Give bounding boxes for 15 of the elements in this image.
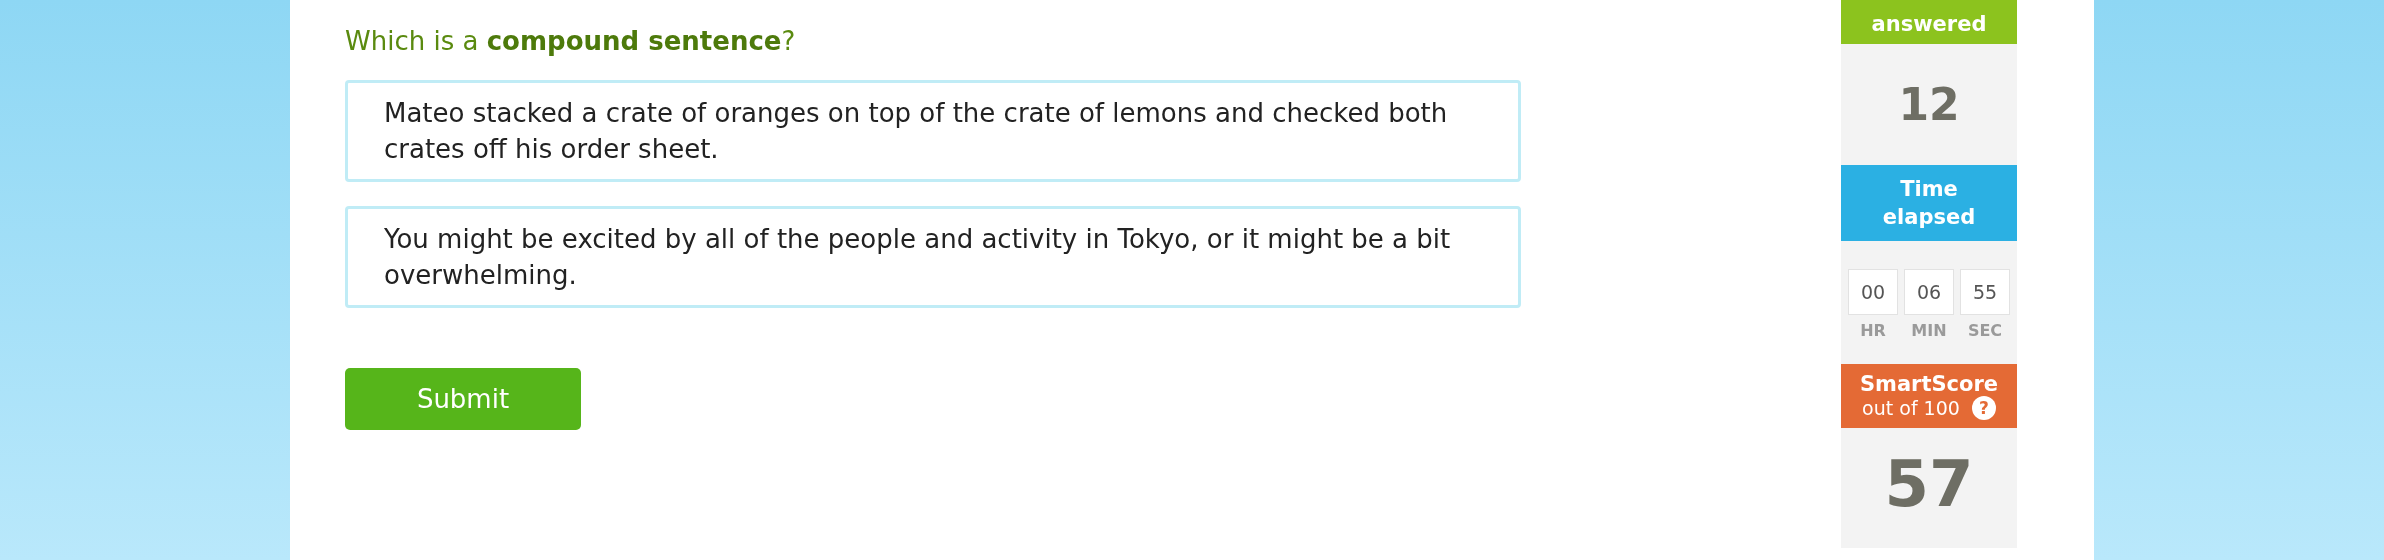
timer-value: 00: [1848, 269, 1898, 315]
smartscore-value: 57: [1883, 446, 1975, 523]
questions-answered-count: 12: [1897, 78, 1961, 132]
timer-value: 06: [1904, 269, 1954, 315]
answer-choice[interactable]: You might be excited by all of the people and activity in Tokyo, or it might be a bit overwhelming.: [345, 206, 1521, 308]
timer-unit: SEC: [1967, 321, 2003, 340]
time-elapsed-label: Time elapsed: [1841, 165, 2017, 241]
questions-answered-label: answered: [1841, 0, 2017, 44]
timer-unit: HR: [1860, 321, 1886, 340]
question-text: Which is a compound sentence?: [345, 26, 797, 56]
answer-choice[interactable]: Mateo stacked a crate of oranges on top of the crate of lemons and checked both crates off his order sheet.: [345, 80, 1521, 182]
timer-unit: MIN: [1911, 321, 1947, 340]
smartscore-sublabel: out of 100: [1862, 397, 1960, 419]
smartscore-label: SmartScore: [1859, 372, 1999, 396]
timer-value: 55: [1960, 269, 2010, 315]
